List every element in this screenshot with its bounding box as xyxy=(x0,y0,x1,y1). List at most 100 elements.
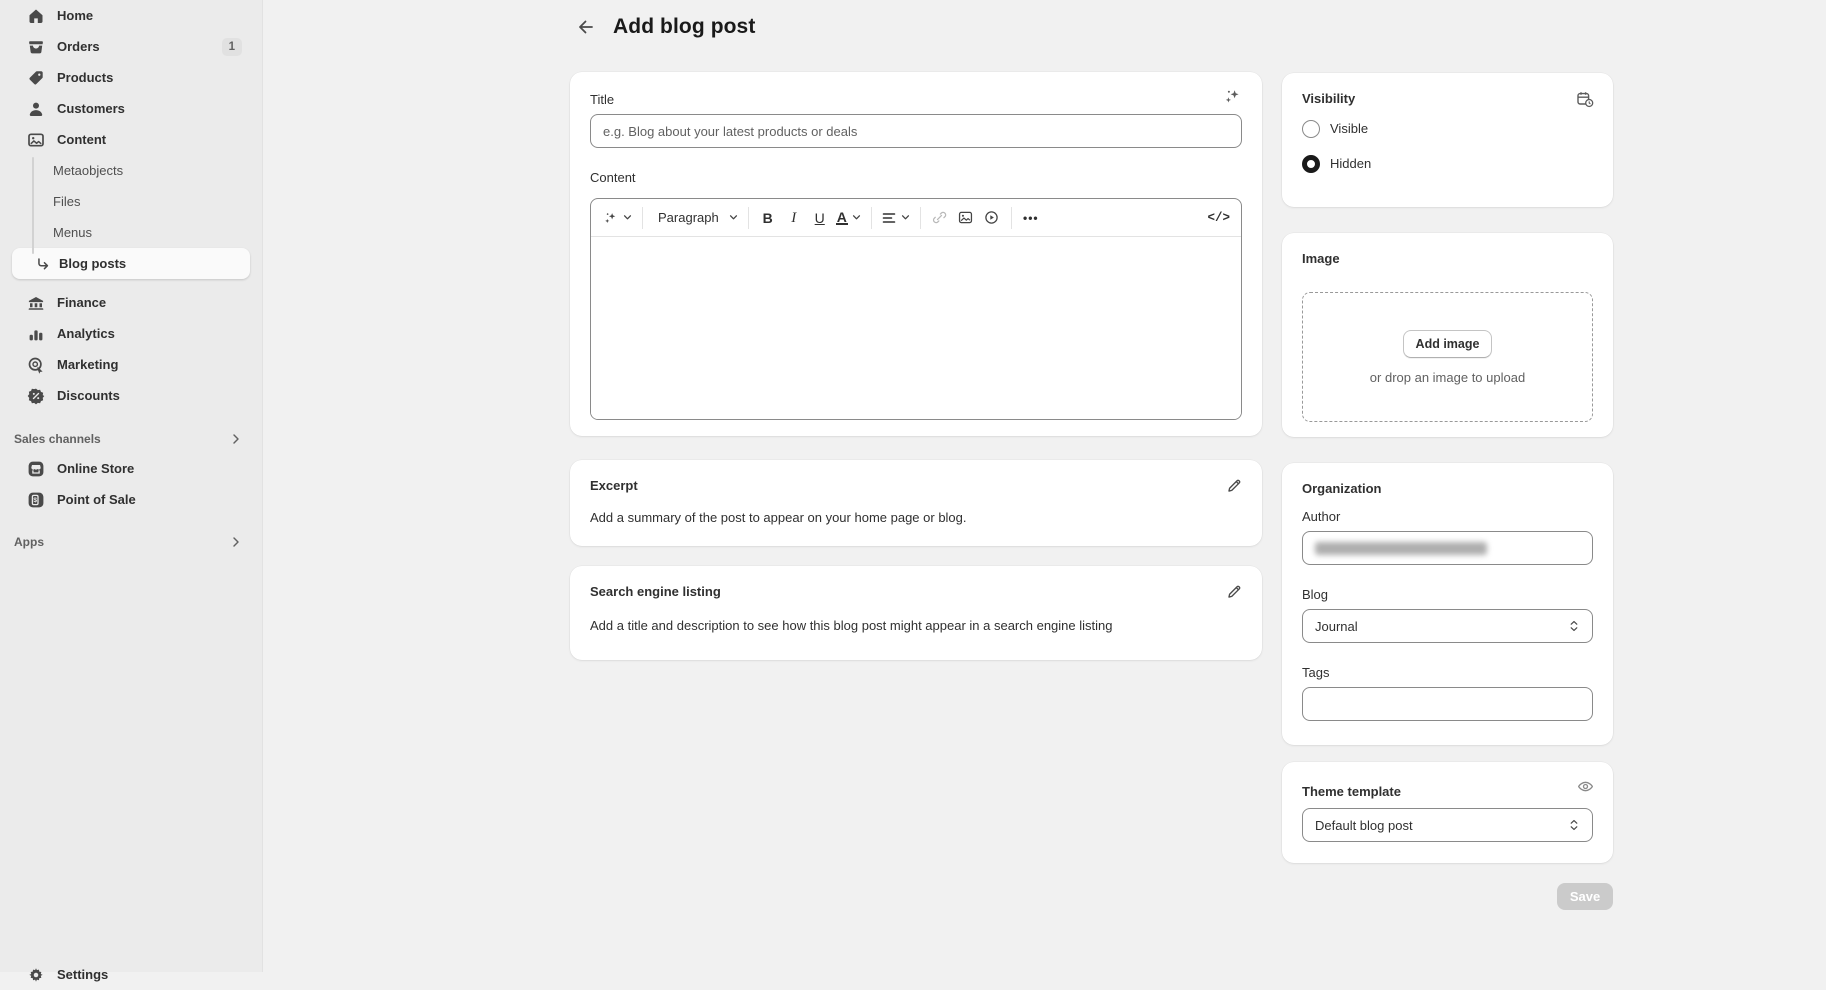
products-icon xyxy=(26,68,46,88)
align-left-icon xyxy=(881,210,897,226)
sidebar-item-label: Finance xyxy=(57,295,106,310)
editor-toolbar: Paragraph B I U A xyxy=(591,199,1241,237)
italic-button[interactable]: I xyxy=(781,204,807,232)
image-dropzone[interactable]: Add image or drop an image to upload xyxy=(1302,292,1593,422)
sidebar-item-finance[interactable]: Finance xyxy=(12,287,250,318)
sidebar-item-label: Blog posts xyxy=(59,256,126,271)
back-button[interactable] xyxy=(572,13,600,41)
sidebar-item-online-store[interactable]: Online Store xyxy=(12,453,250,484)
blog-select-value: Journal xyxy=(1315,619,1358,634)
apps-section-header[interactable]: Apps xyxy=(12,528,250,556)
save-button[interactable]: Save xyxy=(1557,883,1613,910)
ai-write-button[interactable] xyxy=(599,204,636,232)
code-glyph: </> xyxy=(1207,211,1230,225)
link-button[interactable] xyxy=(927,204,953,232)
eye-icon[interactable] xyxy=(1576,777,1595,796)
insert-video-button[interactable] xyxy=(979,204,1005,232)
alignment-button[interactable] xyxy=(878,204,914,232)
code-view-button[interactable]: </> xyxy=(1204,204,1233,232)
sidebar-item-home[interactable]: Home xyxy=(12,0,250,31)
magic-sparkle-icon[interactable] xyxy=(1222,86,1242,106)
seo-description: Add a title and description to see how t… xyxy=(590,618,1242,634)
title-field-label: Title xyxy=(590,92,1242,108)
radio-label: Hidden xyxy=(1330,156,1371,171)
sidebar-item-discounts[interactable]: Discounts xyxy=(12,380,250,411)
visibility-title: Visibility xyxy=(1302,91,1593,107)
more-dots-glyph: ••• xyxy=(1023,211,1039,225)
text-color-button[interactable]: A xyxy=(833,204,865,232)
visibility-option-hidden[interactable]: Hidden xyxy=(1302,150,1593,177)
content-subnav-tree-line xyxy=(32,157,34,254)
tags-input[interactable] xyxy=(1302,687,1593,721)
sidebar-item-products[interactable]: Products xyxy=(12,62,250,93)
toolbar-divider xyxy=(1011,207,1012,229)
rich-text-editor: Paragraph B I U A xyxy=(590,198,1242,420)
section-label: Apps xyxy=(14,535,44,549)
sidebar-item-menus[interactable]: Menus xyxy=(12,217,250,248)
radio-hidden[interactable] xyxy=(1302,155,1320,173)
edit-pencil-icon[interactable] xyxy=(1226,582,1244,600)
sidebar-item-label: Discounts xyxy=(57,388,120,403)
orders-icon xyxy=(26,37,46,57)
sidebar-item-files[interactable]: Files xyxy=(12,186,250,217)
marketing-icon xyxy=(26,355,46,375)
more-options-button[interactable]: ••• xyxy=(1018,204,1044,232)
page-title: Add blog post xyxy=(613,15,755,39)
sidebar-item-blog-posts-active[interactable]: Blog posts xyxy=(12,248,250,279)
content-field-label: Content xyxy=(590,170,1242,186)
sidebar-item-customers[interactable]: Customers xyxy=(12,93,250,124)
toolbar-divider xyxy=(920,207,921,229)
editor-content-area[interactable] xyxy=(591,237,1241,419)
sidebar-item-label: Marketing xyxy=(57,357,118,372)
add-image-button[interactable]: Add image xyxy=(1403,330,1493,358)
tags-label: Tags xyxy=(1302,665,1593,681)
visibility-option-visible[interactable]: Visible xyxy=(1302,115,1593,142)
sidebar-item-analytics[interactable]: Analytics xyxy=(12,318,250,349)
chevron-down-icon xyxy=(728,212,739,223)
magic-sparkle-icon xyxy=(602,209,619,226)
sidebar-item-label: Home xyxy=(57,8,93,23)
svg-text:$: $ xyxy=(33,497,37,504)
sidebar-item-orders[interactable]: Orders 1 xyxy=(12,31,250,62)
author-input[interactable] xyxy=(1302,531,1593,565)
finance-icon xyxy=(26,293,46,313)
chevron-down-icon xyxy=(900,212,911,223)
blog-label: Blog xyxy=(1302,587,1593,603)
insert-image-button[interactable] xyxy=(953,204,979,232)
bold-button[interactable]: B xyxy=(755,204,781,232)
schedule-calendar-clock-icon[interactable] xyxy=(1575,89,1595,109)
sidebar-item-marketing[interactable]: Marketing xyxy=(12,349,250,380)
radio-visible[interactable] xyxy=(1302,120,1320,138)
paragraph-style-label: Paragraph xyxy=(652,210,725,225)
sidebar-item-label: Products xyxy=(57,70,113,85)
image-icon xyxy=(957,209,974,226)
sidebar-item-label: Menus xyxy=(53,225,92,240)
underline-glyph: U xyxy=(815,211,825,225)
sidebar-item-point-of-sale[interactable]: $ Point of Sale xyxy=(12,484,250,515)
title-input[interactable] xyxy=(590,114,1242,148)
sidebar-item-metaobjects[interactable]: Metaobjects xyxy=(12,155,250,186)
radio-label: Visible xyxy=(1330,121,1368,136)
sidebar-item-label: Content xyxy=(57,132,106,147)
sidebar-item-content[interactable]: Content xyxy=(12,124,250,155)
chevron-down-icon xyxy=(622,212,633,223)
excerpt-title: Excerpt xyxy=(590,478,1242,494)
search-engine-listing-card: Search engine listing Add a title and de… xyxy=(570,566,1262,660)
edit-pencil-icon[interactable] xyxy=(1226,476,1244,494)
author-redacted-value xyxy=(1315,542,1487,555)
section-label: Sales channels xyxy=(14,432,101,446)
blog-select[interactable]: Journal xyxy=(1302,609,1593,643)
return-arrow-icon xyxy=(33,254,53,274)
orders-count-badge: 1 xyxy=(222,38,242,56)
theme-template-select[interactable]: Default blog post xyxy=(1302,808,1593,842)
paragraph-style-dropdown[interactable]: Paragraph xyxy=(649,204,742,232)
back-arrow-icon xyxy=(576,17,596,37)
content-icon xyxy=(26,130,46,150)
sales-channels-section-header[interactable]: Sales channels xyxy=(12,425,250,453)
excerpt-card: Excerpt Add a summary of the post to app… xyxy=(570,460,1262,546)
sidebar-item-label: Metaobjects xyxy=(53,163,123,178)
underline-button[interactable]: U xyxy=(807,204,833,232)
sidebar-item-label: Orders xyxy=(57,39,100,54)
sidebar-item-settings[interactable]: Settings xyxy=(12,959,250,990)
visibility-card: Visibility Visible Hidden xyxy=(1282,73,1613,207)
